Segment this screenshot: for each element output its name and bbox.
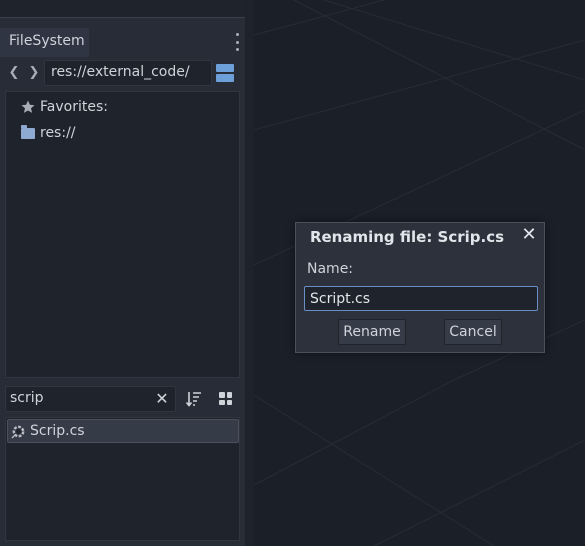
filesystem-dock: FileSystem ❮ ❯ res://external_code/ Favo… (0, 0, 245, 546)
tab-filesystem[interactable]: FileSystem (0, 28, 89, 57)
cancel-button[interactable]: Cancel (444, 319, 502, 345)
file-list[interactable]: Scrip.cs (5, 417, 240, 541)
folder-icon (21, 124, 35, 139)
dialog-title: Renaming file: Scrip.cs (309, 228, 505, 246)
chevron-right-icon[interactable]: ❯ (27, 63, 41, 83)
res-root-label: res:// (40, 125, 76, 141)
file-item-scrip-cs[interactable]: Scrip.cs (7, 419, 239, 443)
file-filter-input[interactable]: scrip ✕ (5, 386, 176, 412)
editor-window: FileSystem ❮ ❯ res://external_code/ Favo… (0, 0, 585, 546)
dock-menu-icon[interactable] (233, 33, 241, 51)
star-icon (21, 100, 35, 113)
close-icon[interactable]: ✕ (521, 226, 537, 244)
thumbnail-view-icon[interactable] (219, 392, 232, 405)
sort-icon[interactable] (186, 391, 202, 407)
path-navigation: ❮ ❯ res://external_code/ (0, 59, 245, 87)
chevron-left-icon[interactable]: ❮ (7, 63, 21, 83)
clear-icon[interactable]: ✕ (155, 391, 169, 407)
rename-button[interactable]: Rename (338, 319, 406, 345)
dock-top-strip (0, 0, 245, 18)
tree-item-res-root[interactable]: res:// (21, 123, 76, 143)
rename-file-dialog: Renaming file: Scrip.cs ✕ Name: Rename C… (295, 222, 545, 353)
filter-value: scrip (10, 390, 44, 406)
file-filter-row: scrip ✕ (0, 385, 245, 413)
path-input[interactable]: res://external_code/ (44, 60, 212, 86)
file-tree[interactable]: Favorites: res:// (5, 91, 240, 378)
dock-splitter[interactable] (245, 0, 254, 546)
tree-item-favorites[interactable]: Favorites: (21, 97, 108, 117)
file-name-input[interactable] (304, 286, 538, 311)
csharp-script-icon (11, 425, 25, 439)
split-mode-icon[interactable] (216, 64, 234, 82)
name-label: Name: (307, 261, 354, 277)
file-item-label: Scrip.cs (30, 423, 85, 439)
dock-tab-bar: FileSystem (0, 28, 245, 57)
favorites-label: Favorites: (40, 99, 108, 115)
